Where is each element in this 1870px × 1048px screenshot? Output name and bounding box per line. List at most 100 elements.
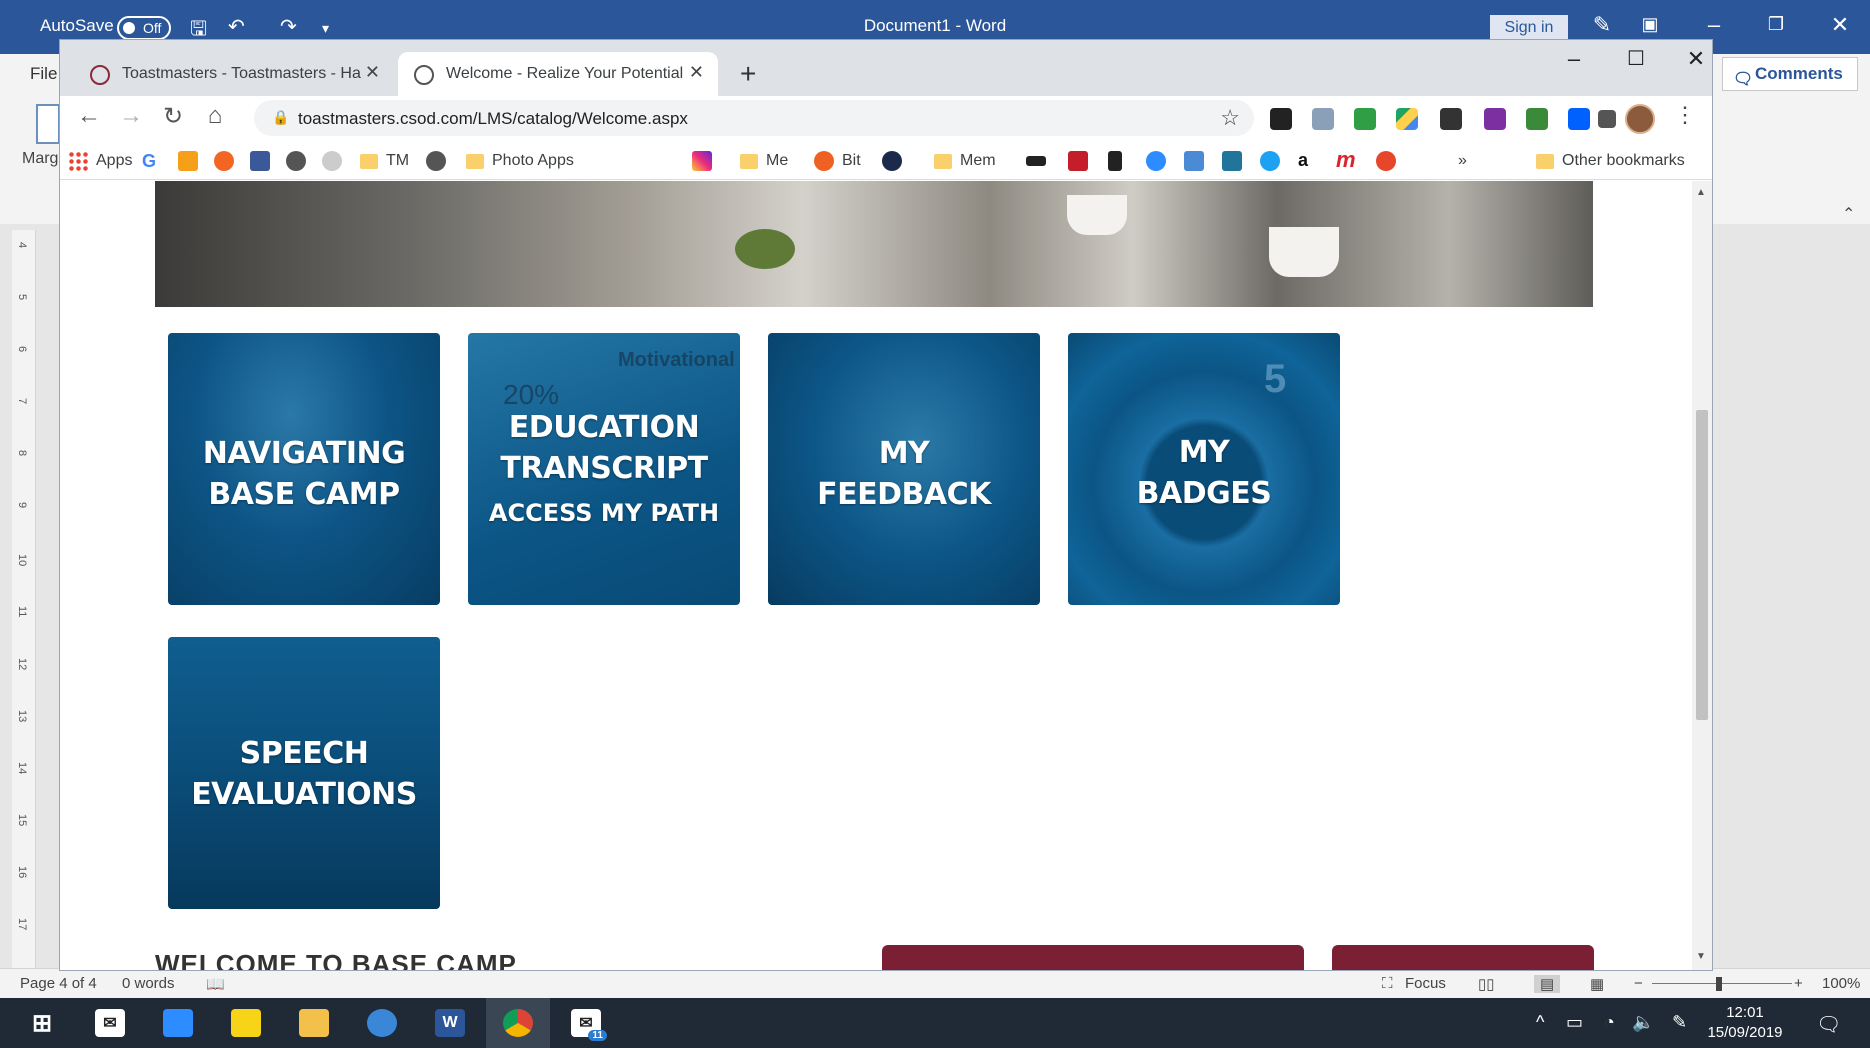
bookmark-star-icon[interactable]: ☆ — [1220, 105, 1240, 131]
volume-icon[interactable]: 🔈 — [1632, 1012, 1654, 1033]
tile-my-badges[interactable]: 5 MY BADGES — [1068, 333, 1340, 605]
profile-avatar[interactable] — [1625, 104, 1655, 134]
url-text[interactable]: toastmasters.csod.com/LMS/catalog/Welcom… — [298, 109, 688, 129]
download-extension-icon[interactable] — [1354, 108, 1376, 130]
tab-welcome[interactable]: Welcome - Realize Your Potential ✕ — [398, 52, 718, 96]
bookmark-amazon[interactable]: a — [1298, 150, 1318, 172]
tab-toastmasters[interactable]: Toastmasters - Toastmasters - Ha ✕ — [74, 52, 394, 96]
bookmark-wordpress[interactable] — [1222, 150, 1242, 172]
briefcase-extension-icon[interactable] — [1440, 108, 1462, 130]
page-count[interactable]: Page 4 of 4 — [20, 975, 97, 992]
comments-button[interactable]: 🗨 Comments — [1722, 57, 1858, 91]
margins-label[interactable]: Marg — [22, 150, 58, 168]
bookmark-folder-photo-apps[interactable]: Photo Apps — [466, 150, 574, 172]
bookmark-shield[interactable] — [1108, 150, 1122, 172]
scroll-down-icon[interactable]: ▼ — [1696, 951, 1706, 962]
ribbon-display-icon[interactable]: ▣ — [1630, 14, 1670, 35]
taskbar-skype[interactable] — [350, 998, 414, 1048]
start-button[interactable]: ⊞ — [10, 998, 74, 1048]
bookmark-bit[interactable]: Bit — [814, 150, 861, 172]
bookmark-apps[interactable]: Apps — [68, 150, 132, 172]
bookmark-folder-mem[interactable]: Mem — [934, 150, 996, 172]
pen-icon[interactable]: ✎ — [1582, 12, 1622, 38]
maroon-button-right[interactable] — [1332, 945, 1594, 970]
chrome-close-icon[interactable]: ✕ — [1676, 46, 1716, 72]
read-mode-icon[interactable]: ▯▯ — [1478, 975, 1495, 993]
zoom-slider-thumb[interactable] — [1716, 977, 1722, 991]
zoom-level[interactable]: 100% — [1822, 975, 1860, 992]
bookmark-mail[interactable] — [178, 150, 198, 172]
chrome-maximize-icon[interactable]: ☐ — [1616, 46, 1656, 71]
more-bookmarks-icon[interactable]: » — [1458, 150, 1467, 172]
chrome-menu-icon[interactable]: ⋮ — [1674, 102, 1696, 128]
buffer-extension-icon[interactable] — [1270, 108, 1292, 130]
margins-icon[interactable] — [36, 104, 60, 144]
file-tab[interactable]: File — [30, 64, 57, 84]
taskbar-mail[interactable]: ✉ — [78, 998, 142, 1048]
focus-mode-button[interactable]: Focus — [1405, 975, 1446, 992]
proofing-icon[interactable]: 📖 — [206, 975, 225, 993]
taskbar-file-explorer[interactable] — [282, 998, 346, 1048]
taskbar-zoom[interactable] — [146, 998, 210, 1048]
scrollbar-thumb[interactable] — [1696, 410, 1708, 720]
back-icon[interactable]: ← — [72, 102, 106, 130]
bookmark-folder-me[interactable]: Me — [740, 150, 788, 172]
tile-navigating-base-camp[interactable]: NAVIGATING BASE CAMP — [168, 333, 440, 605]
chrome-minimize-icon[interactable]: – — [1554, 46, 1594, 72]
sign-in-button[interactable]: Sign in — [1490, 15, 1568, 41]
taskbar-word[interactable]: W — [418, 998, 482, 1048]
address-bar[interactable]: 🔒 toastmasters.csod.com/LMS/catalog/Welc… — [254, 100, 1254, 136]
wifi-icon[interactable]: ◔ — [1604, 1012, 1615, 1033]
bookmark-zoom[interactable] — [1146, 150, 1166, 172]
taskbar-mail-2[interactable]: ✉ 11 — [554, 998, 618, 1048]
notifications-icon[interactable]: 🗨 — [1816, 1012, 1841, 1037]
tile-education-transcript[interactable]: Motivational 20% EDUCATION TRANSCRIPT AC… — [468, 333, 740, 605]
taskbar-sticky-notes[interactable] — [214, 998, 278, 1048]
bookmark-twitter[interactable] — [1260, 150, 1280, 172]
bookmark-folder-tm[interactable]: TM — [360, 150, 409, 172]
zoom-out-icon[interactable]: − — [1634, 975, 1643, 992]
google-drive-icon[interactable] — [1396, 108, 1418, 130]
bookmark-calendar[interactable] — [1184, 150, 1204, 172]
collapse-ribbon-icon[interactable]: ⌃ — [1842, 204, 1855, 224]
restore-icon[interactable]: ❐ — [1756, 14, 1796, 35]
zoom-slider[interactable] — [1652, 983, 1792, 984]
close-tab-icon[interactable]: ✕ — [365, 62, 380, 83]
bookmark-globe-2[interactable] — [426, 150, 446, 172]
bookmark-e[interactable] — [1376, 150, 1396, 172]
bookmark-m[interactable]: m — [1336, 149, 1356, 172]
scroll-up-icon[interactable]: ▲ — [1696, 187, 1706, 198]
show-hidden-icons-icon[interactable]: ^ — [1536, 1012, 1544, 1033]
bookmark-globe[interactable] — [286, 150, 306, 172]
bookmark-hand[interactable] — [322, 150, 342, 172]
battery-icon[interactable]: ▭ — [1566, 1012, 1583, 1033]
tile-speech-evaluations[interactable]: SPEECH EVALUATIONS — [168, 637, 440, 909]
bookmark-star[interactable] — [882, 150, 902, 172]
taskbar-chrome[interactable] — [486, 998, 550, 1048]
home-icon[interactable]: ⌂ — [198, 102, 232, 130]
bookmark-de[interactable] — [1068, 150, 1088, 172]
mail-extension-icon[interactable] — [1312, 108, 1334, 130]
focus-icon[interactable]: ⛶ — [1382, 975, 1393, 992]
word-count[interactable]: 0 words — [122, 975, 175, 992]
reload-icon[interactable]: ↻ — [156, 102, 190, 131]
bookmark-folder-other[interactable]: Other bookmarks — [1536, 150, 1685, 172]
dropbox-icon[interactable] — [1568, 108, 1590, 130]
zoom-in-icon[interactable]: + — [1794, 975, 1803, 992]
close-tab-icon[interactable]: ✕ — [689, 62, 704, 83]
evernote-icon[interactable] — [1526, 108, 1548, 130]
tile-my-feedback[interactable]: MY FEEDBACK — [768, 333, 1040, 605]
forward-icon[interactable]: → — [114, 102, 148, 130]
web-layout-icon[interactable]: ▦ — [1590, 975, 1604, 993]
page-scrollbar[interactable]: ▲ ▼ — [1692, 181, 1712, 970]
bookmark-orange[interactable] — [214, 150, 234, 172]
bookmark-facebook[interactable] — [250, 150, 270, 172]
maroon-button-left[interactable] — [882, 945, 1304, 970]
print-layout-icon[interactable]: ▤ — [1534, 975, 1561, 993]
new-tab-icon[interactable]: + — [740, 58, 756, 90]
minimize-icon[interactable]: – — [1694, 12, 1734, 38]
pen-workspace-icon[interactable]: ✎ — [1672, 1012, 1687, 1033]
bookmark-instagram[interactable] — [692, 150, 712, 172]
close-icon[interactable]: ✕ — [1820, 12, 1860, 38]
clock[interactable]: 12:01 15/09/2019 — [1700, 1003, 1790, 1043]
